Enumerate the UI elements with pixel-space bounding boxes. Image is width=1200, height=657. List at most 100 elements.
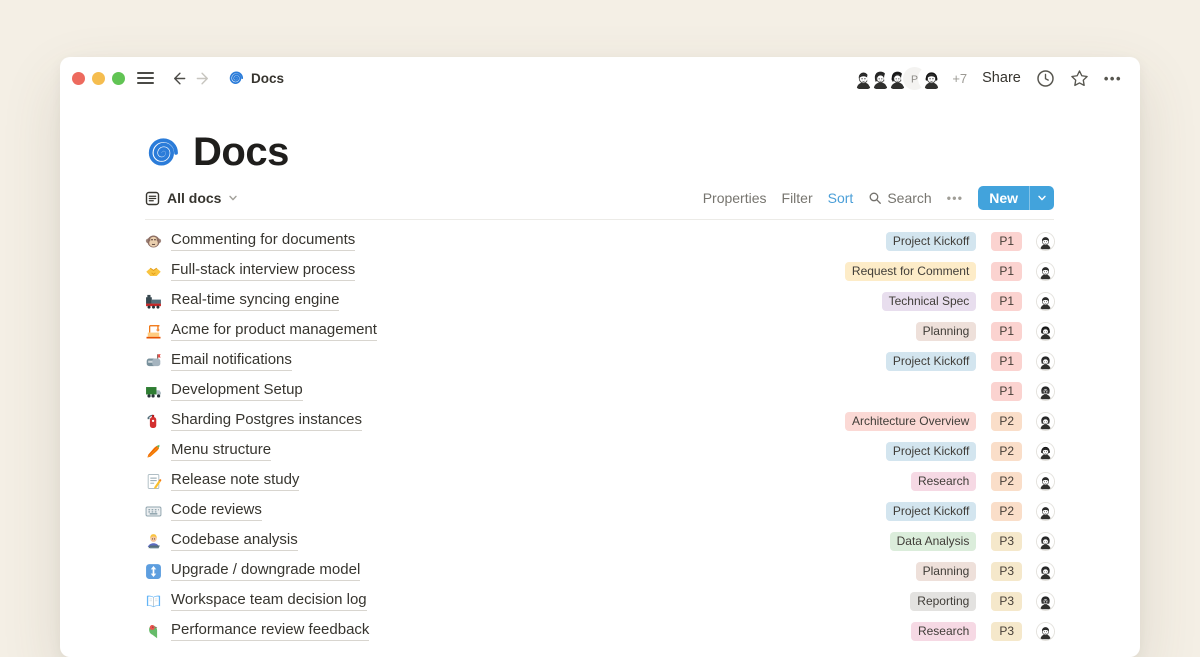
forward-arrow-icon[interactable] <box>195 69 214 88</box>
svg-text:P: P <box>911 73 918 85</box>
doc-row[interactable]: Development Setup P1 <box>145 376 1054 406</box>
breadcrumb[interactable]: Docs <box>228 70 284 86</box>
doc-tag-badge: Project Kickoff <box>886 442 976 461</box>
desktop-background: { "window_topbar": { "breadcrumb_title":… <box>0 0 1200 630</box>
doc-assignee-avatar <box>1037 383 1054 400</box>
sort-button[interactable]: Sort <box>828 190 854 206</box>
doc-priority-badge: P1 <box>991 352 1022 371</box>
new-button-label[interactable]: New <box>978 186 1029 210</box>
doc-row[interactable]: Workspace team decision log Reporting P3 <box>145 586 1054 616</box>
doc-row[interactable]: Upgrade / downgrade model Planning P3 <box>145 556 1054 586</box>
new-button-dropdown[interactable] <box>1029 186 1054 210</box>
carrot-icon <box>145 443 162 460</box>
doc-tag-badge: Reporting <box>910 592 976 611</box>
doc-title[interactable]: Commenting for documents <box>171 231 355 251</box>
minimize-button[interactable] <box>92 72 105 85</box>
doc-list: Commenting for documents Project Kickoff… <box>145 226 1054 646</box>
doc-title[interactable]: Upgrade / downgrade model <box>171 561 360 581</box>
page-content: Docs All docs Properties Filter Sort Sea… <box>60 129 1140 646</box>
doc-row[interactable]: Menu structure Project Kickoff P2 <box>145 436 1054 466</box>
doc-title[interactable]: Sharding Postgres instances <box>171 411 362 431</box>
more-options-icon[interactable]: ••• <box>1104 71 1122 86</box>
cyclone-logo-icon <box>228 70 244 86</box>
doc-priority-badge: P3 <box>991 592 1022 611</box>
doc-row[interactable]: Sharding Postgres instances Architecture… <box>145 406 1054 436</box>
search-label: Search <box>887 190 931 206</box>
search-button[interactable]: Search <box>868 190 931 206</box>
view-switcher[interactable]: All docs <box>145 185 238 211</box>
new-button[interactable]: New <box>978 186 1054 210</box>
filter-button[interactable]: Filter <box>782 190 813 206</box>
open-book-icon <box>145 593 162 610</box>
doc-assignee-avatar <box>1037 623 1054 640</box>
doc-tag-badge: Project Kickoff <box>886 232 976 251</box>
doc-title[interactable]: Code reviews <box>171 501 262 521</box>
doc-assignee-avatar <box>1037 263 1054 280</box>
doc-assignee-avatar <box>1037 503 1054 520</box>
close-button[interactable] <box>72 72 85 85</box>
doc-tag-badge: Research <box>911 472 976 491</box>
star-icon[interactable] <box>1070 69 1089 88</box>
doc-title[interactable]: Development Setup <box>171 381 303 401</box>
doc-title[interactable]: Workspace team decision log <box>171 591 367 611</box>
share-button[interactable]: Share <box>982 70 1021 86</box>
page-header: Docs <box>145 129 1054 175</box>
doc-priority-badge: P2 <box>991 502 1022 521</box>
doc-priority-badge: P2 <box>991 472 1022 491</box>
handshake-icon <box>145 263 162 280</box>
view-toolbar: All docs Properties Filter Sort Search •… <box>145 185 1054 220</box>
window-topbar: Docs P +7 Share ••• <box>60 57 1140 99</box>
collaborator-avatar[interactable] <box>920 67 943 90</box>
doc-row[interactable]: Codebase analysis Data Analysis P3 <box>145 526 1054 556</box>
view-label: All docs <box>167 190 221 206</box>
search-icon <box>868 191 882 205</box>
doc-tag-badge: Project Kickoff <box>886 502 976 521</box>
truck-icon <box>145 383 162 400</box>
doc-row[interactable]: Full-stack interview process Request for… <box>145 256 1054 286</box>
monkey-face-icon <box>145 233 162 250</box>
breadcrumb-title: Docs <box>251 71 284 86</box>
up-down-arrows-icon <box>145 563 162 580</box>
doc-tag-badge: Request for Comment <box>845 262 976 281</box>
doc-assignee-avatar <box>1037 473 1054 490</box>
list-view-icon <box>145 191 160 206</box>
doc-row[interactable]: Acme for product management Planning P1 <box>145 316 1054 346</box>
doc-row[interactable]: Code reviews Project Kickoff P2 <box>145 496 1054 526</box>
doc-row[interactable]: Performance review feedback Research P3 <box>145 616 1054 646</box>
doc-title[interactable]: Menu structure <box>171 441 271 461</box>
keyboard-icon <box>145 503 162 520</box>
app-window: Docs P +7 Share ••• Docs All docs Proper… <box>60 57 1140 657</box>
doc-priority-badge: P2 <box>991 412 1022 431</box>
view-more-options-icon[interactable]: ••• <box>947 191 964 205</box>
locomotive-icon <box>145 293 162 310</box>
doc-priority-badge: P3 <box>991 622 1022 641</box>
doc-row[interactable]: Email notifications Project Kickoff P1 <box>145 346 1054 376</box>
back-arrow-icon[interactable] <box>170 69 189 88</box>
doc-title[interactable]: Email notifications <box>171 351 292 371</box>
doc-priority-badge: P1 <box>991 382 1022 401</box>
doc-title[interactable]: Codebase analysis <box>171 531 298 551</box>
doc-assignee-avatar <box>1037 563 1054 580</box>
collaborator-avatars[interactable]: P <box>852 67 943 90</box>
doc-title[interactable]: Acme for product management <box>171 321 377 341</box>
doc-row[interactable]: Commenting for documents Project Kickoff… <box>145 226 1054 256</box>
doc-tag-badge: Research <box>911 622 976 641</box>
zoom-button[interactable] <box>112 72 125 85</box>
doc-title[interactable]: Performance review feedback <box>171 621 369 641</box>
page-title: Docs <box>193 129 289 175</box>
toolbar-actions: Properties Filter Sort Search ••• New <box>703 186 1054 210</box>
doc-title[interactable]: Full-stack interview process <box>171 261 355 281</box>
doc-priority-badge: P2 <box>991 442 1022 461</box>
doc-tag-badge: Planning <box>916 322 977 341</box>
mailbox-icon <box>145 353 162 370</box>
doc-title[interactable]: Real-time syncing engine <box>171 291 339 311</box>
properties-button[interactable]: Properties <box>703 190 767 206</box>
doc-row[interactable]: Release note study Research P2 <box>145 466 1054 496</box>
clock-icon[interactable] <box>1036 69 1055 88</box>
doc-assignee-avatar <box>1037 443 1054 460</box>
doc-row[interactable]: Real-time syncing engine Technical Spec … <box>145 286 1054 316</box>
doc-tag-badge: Planning <box>916 562 977 581</box>
doc-title[interactable]: Release note study <box>171 471 299 491</box>
sidebar-toggle-icon[interactable] <box>137 72 154 84</box>
doc-priority-badge: P1 <box>991 322 1022 341</box>
